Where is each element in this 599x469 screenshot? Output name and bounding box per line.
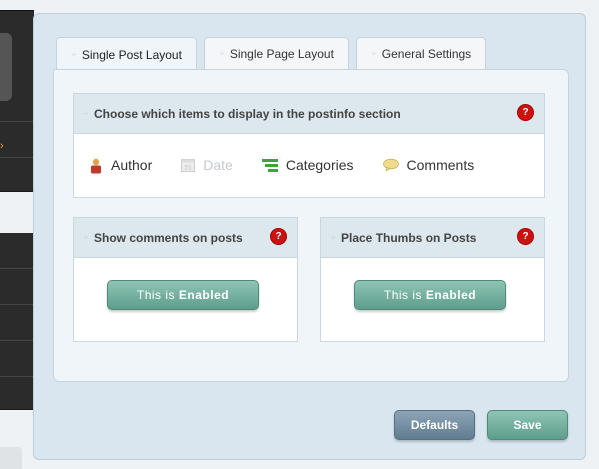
item-label: Date — [203, 157, 233, 173]
help-icon[interactable]: ? — [518, 105, 533, 120]
save-button[interactable]: Save — [487, 410, 568, 440]
tab-bullet-icon: ⁘ — [218, 50, 225, 58]
postinfo-items: Author 31 Date Categories Comments — [74, 134, 544, 196]
toggle-prefix: This is — [383, 288, 426, 302]
postinfo-box: ⁘ Choose which items to display in the p… — [73, 93, 545, 198]
tab-label: Single Post Layout — [81, 48, 182, 62]
comments-setting-title: Show comments on posts — [94, 230, 243, 245]
comment-bubble-icon — [382, 158, 399, 172]
header-bullet-icon: ⁘ — [83, 235, 89, 242]
thumbs-setting-box: ⁘ Place Thumbs on Posts ? This is Enable… — [320, 217, 545, 342]
svg-text:31: 31 — [184, 165, 192, 172]
comments-setting-header: ⁘ Show comments on posts ? — [74, 218, 297, 258]
toggle-state: Enabled — [425, 288, 477, 302]
defaults-button[interactable]: Defaults — [394, 410, 475, 440]
tab-single-page-layout[interactable]: ⁘ Single Page Layout — [203, 37, 349, 69]
sidebar-divider — [0, 157, 34, 158]
item-label: Comments — [406, 157, 475, 173]
comments-toggle-button[interactable]: This is Enabled — [107, 280, 259, 310]
tab-label: Single Page Layout — [229, 46, 334, 61]
postinfo-item-author[interactable]: Author — [89, 157, 153, 174]
sidebar-marker-icon: › — [0, 140, 4, 152]
help-icon[interactable]: ? — [518, 229, 533, 244]
sidebar-divider — [0, 340, 34, 341]
sidebar-divider — [0, 121, 34, 122]
sidebar-menu-bottom — [0, 233, 34, 410]
tab-bullet-icon: ⁘ — [71, 52, 77, 59]
options-panel: ⁘ Single Post Layout ⁘ Single Page Layou… — [33, 13, 586, 460]
thumbs-setting-title: Place Thumbs on Posts — [341, 230, 477, 245]
author-icon — [89, 158, 103, 174]
postinfo-title: Choose which items to display in the pos… — [94, 106, 401, 121]
postinfo-item-categories[interactable]: Categories — [261, 157, 354, 173]
item-label: Author — [111, 157, 153, 173]
tab-single-post-layout[interactable]: ⁘ Single Post Layout — [56, 37, 197, 72]
sidebar-active-indicator — [0, 33, 12, 101]
sidebar-menu-top: › — [0, 10, 34, 192]
thumbs-setting-header: ⁘ Place Thumbs on Posts ? — [321, 218, 544, 258]
sidebar-bottom-tab — [0, 447, 22, 469]
left-sidebar: › — [0, 0, 34, 469]
sidebar-divider — [0, 268, 34, 269]
tab-content: ⁘ Choose which items to display in the p… — [53, 69, 569, 382]
toggle-prefix: This is — [136, 288, 179, 302]
postinfo-item-comments[interactable]: Comments — [382, 157, 475, 173]
help-icon[interactable]: ? — [271, 229, 286, 244]
sidebar-divider — [0, 376, 34, 377]
toggle-state: Enabled — [178, 288, 230, 302]
postinfo-item-date[interactable]: 31 Date — [181, 157, 233, 173]
calendar-icon: 31 — [181, 158, 196, 172]
tab-general-settings[interactable]: ⁘ General Settings — [355, 37, 487, 69]
thumbs-toggle-button[interactable]: This is Enabled — [354, 280, 506, 310]
tab-label: General Settings — [381, 46, 472, 61]
sidebar-divider — [0, 304, 34, 305]
item-label: Categories — [285, 157, 354, 173]
header-bullet-icon: ⁘ — [83, 111, 89, 118]
tab-bar: ⁘ Single Post Layout ⁘ Single Page Layou… — [56, 37, 493, 72]
header-bullet-icon: ⁘ — [330, 235, 336, 242]
tab-bullet-icon: ⁘ — [370, 50, 377, 58]
postinfo-header: ⁘ Choose which items to display in the p… — [74, 94, 544, 134]
categories-icon — [261, 158, 278, 172]
comments-setting-box: ⁘ Show comments on posts ? This is Enabl… — [73, 217, 298, 342]
